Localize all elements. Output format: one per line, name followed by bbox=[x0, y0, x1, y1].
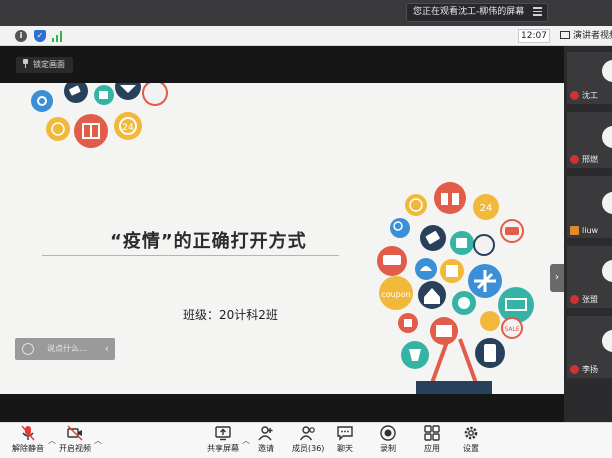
comment-placeholder: 说点什么... bbox=[47, 344, 87, 353]
participant-name: 邢燃 bbox=[570, 154, 598, 165]
sharing-status-pill[interactable]: 您正在观看沈工-柳伟的屏幕 bbox=[406, 3, 548, 22]
camera-off-icon bbox=[67, 425, 83, 441]
share-screen-icon bbox=[215, 426, 231, 441]
title-underline bbox=[42, 255, 339, 256]
expand-panel-button[interactable]: › bbox=[550, 264, 564, 292]
mic-off-icon bbox=[21, 425, 35, 441]
unmute-label: 解除静音 bbox=[12, 444, 44, 453]
members-label: 成员(36) bbox=[292, 444, 325, 453]
avatar bbox=[602, 330, 612, 352]
chevron-up-icon[interactable]: ︿ bbox=[48, 435, 56, 446]
unmute-button[interactable]: 解除静音 bbox=[12, 425, 44, 454]
avatar bbox=[602, 126, 612, 148]
gear-icon bbox=[464, 426, 478, 440]
chevron-up-icon[interactable]: ︿ bbox=[94, 435, 102, 446]
record-label: 录制 bbox=[380, 444, 396, 453]
lock-view-button[interactable]: 锁定画面 bbox=[16, 57, 73, 73]
record-icon bbox=[380, 425, 396, 441]
participant-panel: 沈工 邢燃 liuw 张盟 李扬 bbox=[564, 46, 612, 422]
members-button[interactable]: 成员(36) bbox=[292, 425, 324, 454]
user-icon bbox=[570, 226, 579, 235]
chat-button[interactable]: 聊天 bbox=[337, 425, 353, 454]
settings-label: 设置 bbox=[463, 444, 479, 453]
start-video-button[interactable]: 开启视频 bbox=[59, 425, 91, 454]
participant-tile[interactable]: 张盟 bbox=[567, 246, 612, 308]
start-video-label: 开启视频 bbox=[59, 444, 91, 453]
share-banner: 您正在观看沈工-柳伟的屏幕 bbox=[0, 0, 612, 26]
apps-icon bbox=[424, 425, 440, 441]
meeting-control-bar: 解除静音 ︿ 开启视频 ︿ 共享屏幕 ︿ 邀请 成员(36) 聊天 录制 应用 … bbox=[0, 422, 612, 458]
hours-text-top: 24 bbox=[122, 123, 134, 133]
layout-icon bbox=[560, 31, 570, 39]
participant-name: 沈工 bbox=[570, 90, 598, 101]
participant-name: liuw bbox=[570, 226, 598, 235]
invite-label: 邀请 bbox=[258, 444, 274, 453]
shared-screen-area: 锁定画面 24 24 coupon SALE “疫情”的正确打开方式 班级：20… bbox=[0, 46, 564, 422]
chat-icon bbox=[337, 426, 353, 441]
lock-view-label: 锁定画面 bbox=[33, 60, 65, 69]
mic-muted-icon bbox=[570, 155, 579, 164]
comment-input[interactable]: 说点什么... ‹ bbox=[15, 338, 115, 360]
avatar bbox=[602, 60, 612, 82]
invite-button[interactable]: 邀请 bbox=[258, 425, 274, 454]
settings-button[interactable]: 设置 bbox=[463, 425, 479, 454]
meeting-clock: 12:07 bbox=[518, 29, 550, 43]
apps-button[interactable]: 应用 bbox=[424, 425, 440, 454]
coupon-text: coupon bbox=[381, 290, 410, 299]
speaker-view-label: 演讲者视频 bbox=[573, 31, 612, 41]
mic-muted-icon bbox=[570, 295, 579, 304]
chat-label: 聊天 bbox=[337, 444, 353, 453]
participant-tile[interactable]: liuw bbox=[567, 176, 612, 238]
record-button[interactable]: 录制 bbox=[380, 425, 396, 454]
menu-icon[interactable] bbox=[533, 7, 542, 16]
sharing-status-text: 您正在观看沈工-柳伟的屏幕 bbox=[413, 7, 525, 17]
participant-name: 张盟 bbox=[570, 294, 598, 305]
share-screen-button[interactable]: 共享屏幕 bbox=[207, 425, 239, 454]
avatar bbox=[602, 260, 612, 282]
chevron-right-icon: › bbox=[555, 272, 559, 283]
sale-text: SALE bbox=[504, 326, 519, 333]
mic-muted-icon bbox=[570, 365, 579, 374]
hours-text: 24 bbox=[480, 203, 493, 214]
participant-tile[interactable]: 李扬 bbox=[567, 316, 612, 378]
slide-title: “疫情”的正确打开方式 bbox=[110, 231, 307, 252]
chevron-up-icon[interactable]: ︿ bbox=[242, 435, 250, 446]
emoji-icon[interactable] bbox=[22, 343, 34, 355]
avatar bbox=[602, 192, 612, 214]
participant-tile[interactable]: 沈工 bbox=[567, 52, 612, 104]
presentation-slide: 24 24 coupon SALE “疫情”的正确打开方式 班级：20计科2班 … bbox=[0, 83, 564, 394]
slide-class-label: 班级：20计科2班 bbox=[183, 308, 278, 322]
shield-icon[interactable]: ✓ bbox=[34, 30, 46, 42]
icon-cluster-top-left: 24 bbox=[31, 83, 168, 148]
apps-label: 应用 bbox=[424, 444, 440, 453]
icon-cluster-right: 24 coupon SALE bbox=[377, 182, 534, 369]
add-user-icon bbox=[258, 426, 273, 441]
participant-tile[interactable]: 邢燃 bbox=[567, 112, 612, 168]
mic-muted-icon bbox=[570, 91, 579, 100]
meeting-toolbar: i ✓ 12:07 演讲者视频 bbox=[0, 26, 612, 46]
chevron-left-icon[interactable]: ‹ bbox=[105, 338, 109, 360]
participant-name: 李扬 bbox=[570, 364, 598, 375]
speaker-view-button[interactable]: 演讲者视频 bbox=[560, 29, 612, 43]
pin-icon bbox=[22, 59, 29, 68]
members-icon bbox=[300, 426, 316, 441]
signal-icon[interactable] bbox=[52, 30, 64, 42]
share-screen-label: 共享屏幕 bbox=[207, 444, 239, 453]
info-icon[interactable]: i bbox=[15, 30, 27, 42]
